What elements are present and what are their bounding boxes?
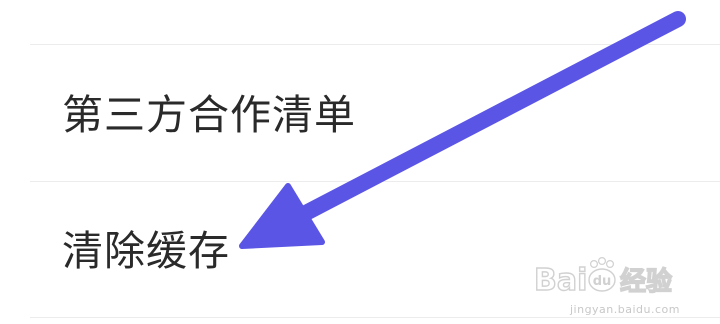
list-divider-bottom bbox=[30, 317, 720, 318]
watermark-brand-cn: 经验 bbox=[620, 266, 672, 297]
watermark-url: jingyan.baidu.com bbox=[569, 303, 680, 316]
settings-item-label: 清除缓存 bbox=[62, 227, 230, 275]
paw-icon: du bbox=[588, 256, 616, 292]
settings-screen: 第三方合作清单 清除缓存 Bai du 经验 jingyan.baidu.com bbox=[0, 0, 720, 324]
watermark-brand-latin: Bai bbox=[534, 263, 587, 298]
settings-item-label: 第三方合作清单 bbox=[62, 91, 356, 139]
settings-item-third-party-list[interactable]: 第三方合作清单 bbox=[0, 45, 720, 180]
watermark-brand-mark: du bbox=[593, 274, 612, 289]
